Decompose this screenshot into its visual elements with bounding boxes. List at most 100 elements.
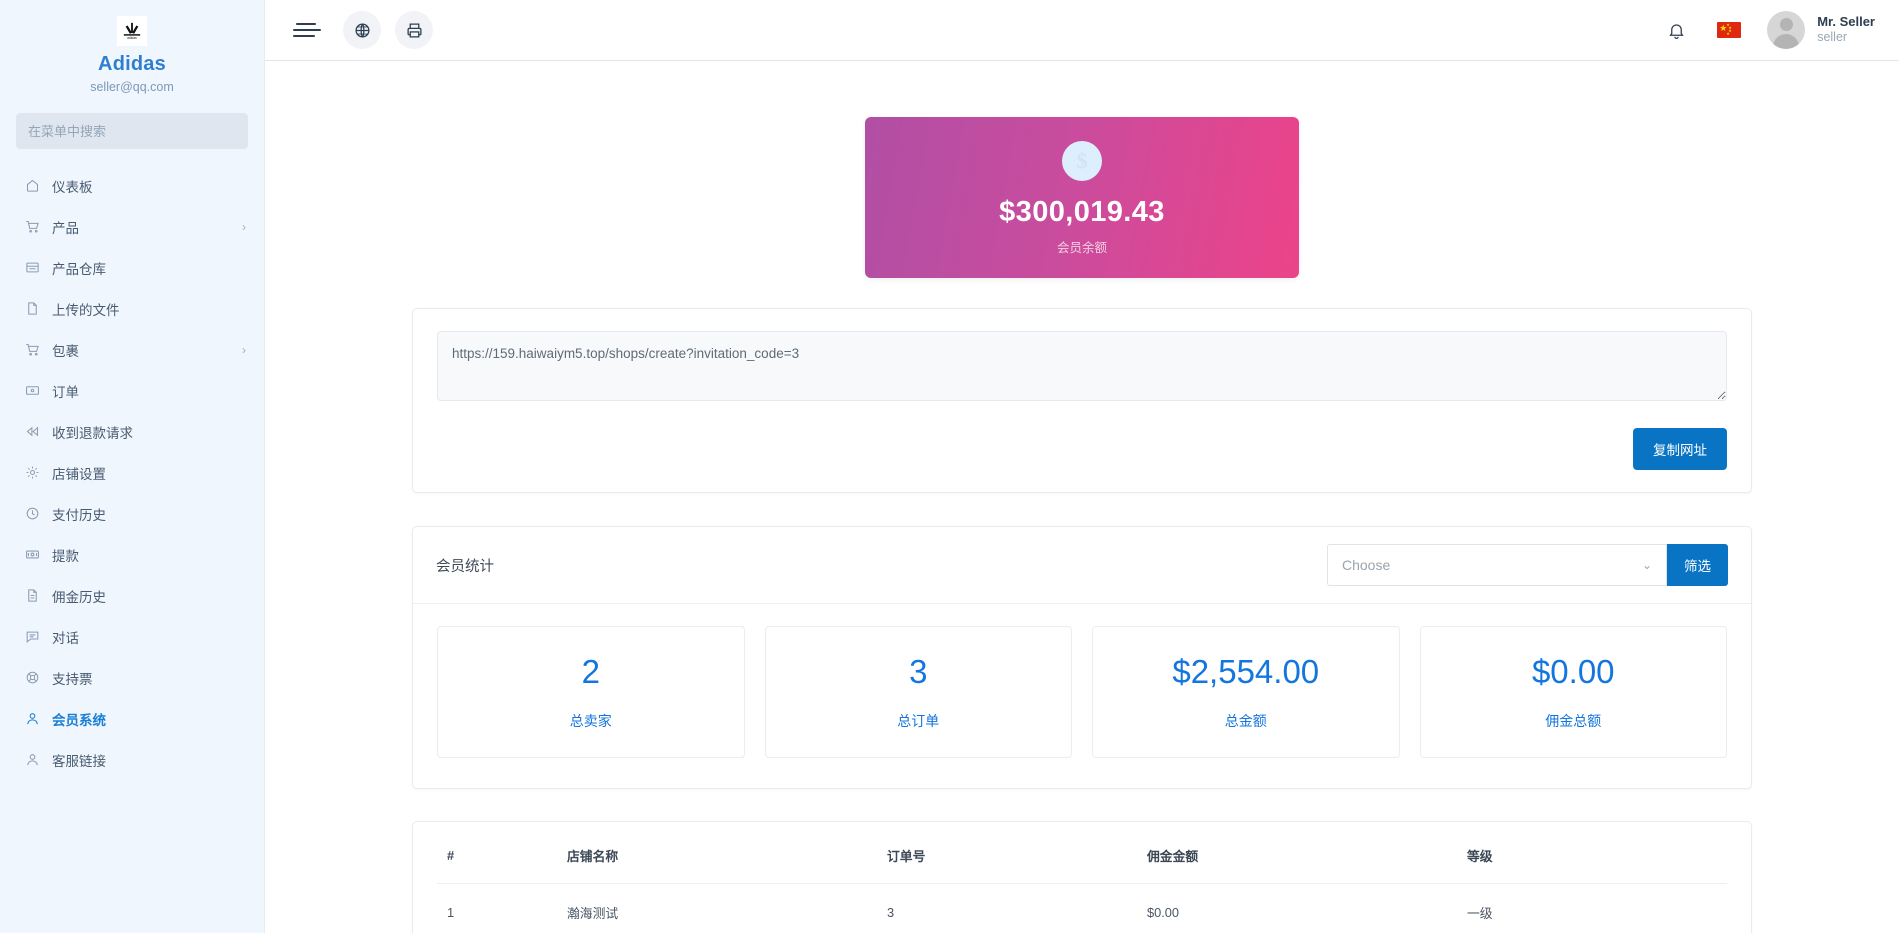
- table-cell-order: 3: [877, 884, 1137, 933]
- sidebar-item-0[interactable]: 仪表板: [0, 165, 264, 206]
- cart-icon: [24, 218, 41, 235]
- table-header-cell: 佣金金额: [1137, 822, 1457, 884]
- topbar: ★ ★ ★ ★ ★ Mr. Seller seller: [265, 0, 1899, 61]
- sidebar-item-label: 订单: [52, 381, 246, 401]
- china-flag-icon[interactable]: ★ ★ ★ ★ ★: [1717, 22, 1741, 38]
- money-icon: [24, 546, 41, 563]
- clock-icon: [24, 505, 41, 522]
- printer-icon[interactable]: [395, 11, 433, 49]
- table-header-row: #店铺名称订单号佣金金额等级: [437, 822, 1727, 884]
- cart-icon: [24, 341, 41, 358]
- member-stats-cards: 2 总卖家 3 总订单 $2,554.00总金额 $0.00 佣金总额: [413, 604, 1751, 788]
- sidebar-item-3[interactable]: 上传的文件: [0, 288, 264, 329]
- home-icon: [24, 177, 41, 194]
- stat-value: 3: [774, 653, 1064, 691]
- table-cell-commission: $0.00: [1137, 884, 1457, 933]
- filter-button[interactable]: 筛选: [1667, 544, 1728, 586]
- member-table-panel: #店铺名称订单号佣金金额等级 1瀚海测试3$0.00一级230$0.00一级: [412, 821, 1752, 933]
- stat-label: 总订单: [774, 711, 1064, 731]
- table-row[interactable]: 1瀚海测试3$0.00一级: [437, 884, 1727, 933]
- sidebar-item-label: 上传的文件: [52, 299, 246, 319]
- table-header-cell: 订单号: [877, 822, 1137, 884]
- member-stats-title: 会员统计: [436, 555, 1327, 576]
- sidebar-item-11[interactable]: 对话: [0, 616, 264, 657]
- main-area: ★ ★ ★ ★ ★ Mr. Seller seller: [265, 0, 1899, 933]
- user-role: seller: [1817, 30, 1875, 46]
- app-root: adidas Adidas seller@qq.com 仪表板产品›产品仓库上传…: [0, 0, 1899, 933]
- brand-email: seller@qq.com: [0, 79, 264, 95]
- sidebar-item-4[interactable]: 包裹›: [0, 329, 264, 370]
- sidebar-search-wrap: [0, 95, 264, 149]
- table-cell-shop: 瀚海测试: [557, 884, 877, 933]
- sidebar-item-5[interactable]: 订单: [0, 370, 264, 411]
- sidebar-item-12[interactable]: 支持票: [0, 657, 264, 698]
- sidebar-item-2[interactable]: 产品仓库: [0, 247, 264, 288]
- menu-search-input[interactable]: [16, 113, 248, 149]
- sidebar-menu: 仪表板产品›产品仓库上传的文件包裹›订单收到退款请求店铺设置支付历史提款佣金历史…: [0, 149, 264, 780]
- sidebar-item-10[interactable]: 佣金历史: [0, 575, 264, 616]
- sidebar: adidas Adidas seller@qq.com 仪表板产品›产品仓库上传…: [0, 0, 265, 933]
- invitation-actions: 复制网址: [437, 428, 1727, 470]
- brand-name: Adidas: [0, 52, 264, 76]
- stat-card-2: $2,554.00总金额: [1092, 626, 1400, 758]
- sidebar-item-13[interactable]: 会员系统: [0, 698, 264, 739]
- sidebar-item-6[interactable]: 收到退款请求: [0, 411, 264, 452]
- chat-icon: [24, 628, 41, 645]
- content-inner: $ $300,019.43 会员余额 复制网址 会员统计: [412, 117, 1752, 933]
- user-meta[interactable]: Mr. Seller seller: [1817, 14, 1875, 46]
- stat-label: 总金额: [1101, 711, 1391, 731]
- member-stats-header: 会员统计 Choose ⌄ 筛选: [413, 527, 1751, 604]
- sidebar-item-1[interactable]: 产品›: [0, 206, 264, 247]
- sidebar-item-label: 包裹: [52, 340, 242, 360]
- sidebar-item-label: 仪表板: [52, 176, 246, 196]
- sidebar-item-label: 佣金历史: [52, 586, 246, 606]
- stat-value: 2: [446, 653, 736, 691]
- chevron-right-icon: ›: [242, 344, 246, 356]
- invitation-panel: 复制网址: [412, 308, 1752, 493]
- sidebar-item-label: 产品仓库: [52, 258, 246, 278]
- sidebar-item-label: 提款: [52, 545, 246, 565]
- table-header-cell: 等级: [1457, 822, 1727, 884]
- page-content: $ $300,019.43 会员余额 复制网址 会员统计: [265, 61, 1899, 933]
- invitation-url-textarea[interactable]: [437, 331, 1727, 401]
- rewind-icon: [24, 423, 41, 440]
- balance-label: 会员余额: [865, 237, 1299, 256]
- sidebar-item-8[interactable]: 支付历史: [0, 493, 264, 534]
- member-table: #店铺名称订单号佣金金额等级 1瀚海测试3$0.00一级230$0.00一级: [437, 822, 1727, 933]
- stat-label: 佣金总额: [1429, 711, 1719, 731]
- member-stats-panel: 会员统计 Choose ⌄ 筛选 2 总卖家 3 总订单 $2,554.00总金额 $0.…: [412, 526, 1752, 789]
- sidebar-item-9[interactable]: 提款: [0, 534, 264, 575]
- order-card-icon: [24, 382, 41, 399]
- sidebar-item-label: 产品: [52, 217, 242, 237]
- sidebar-item-label: 收到退款请求: [52, 422, 246, 442]
- table-cell-idx: 1: [437, 884, 557, 933]
- gear-icon: [24, 464, 41, 481]
- svg-text:adidas: adidas: [127, 36, 137, 40]
- member-table-head: #店铺名称订单号佣金金额等级: [437, 822, 1727, 884]
- user-name: Mr. Seller: [1817, 14, 1875, 30]
- sidebar-item-label: 会员系统: [52, 709, 246, 729]
- avatar[interactable]: [1767, 11, 1805, 49]
- chevron-right-icon: ›: [242, 221, 246, 233]
- stats-filter-select-wrap: Choose ⌄: [1327, 544, 1667, 586]
- table-header-cell: #: [437, 822, 557, 884]
- sidebar-item-14[interactable]: 客服链接: [0, 739, 264, 780]
- copy-url-button[interactable]: 复制网址: [1633, 428, 1727, 470]
- balance-amount: $300,019.43: [865, 195, 1299, 229]
- lifebuoy-icon: [24, 669, 41, 686]
- sidebar-item-label: 店铺设置: [52, 463, 246, 483]
- sidebar-item-7[interactable]: 店铺设置: [0, 452, 264, 493]
- stats-filter-select[interactable]: Choose ⌄: [1327, 544, 1667, 586]
- table-header-cell: 店铺名称: [557, 822, 877, 884]
- table-cell-level: 一级: [1457, 884, 1727, 933]
- document-icon: [24, 587, 41, 604]
- stat-value: $0.00: [1429, 653, 1719, 691]
- member-table-body: 1瀚海测试3$0.00一级230$0.00一级: [437, 884, 1727, 933]
- globe-icon[interactable]: [343, 11, 381, 49]
- file-upload-icon: [24, 300, 41, 317]
- stats-filter-value: Choose: [1342, 557, 1642, 573]
- sidebar-item-label: 支持票: [52, 668, 246, 688]
- bell-icon[interactable]: [1661, 15, 1691, 45]
- stat-label: 总卖家: [446, 711, 736, 731]
- hamburger-icon[interactable]: [293, 19, 323, 41]
